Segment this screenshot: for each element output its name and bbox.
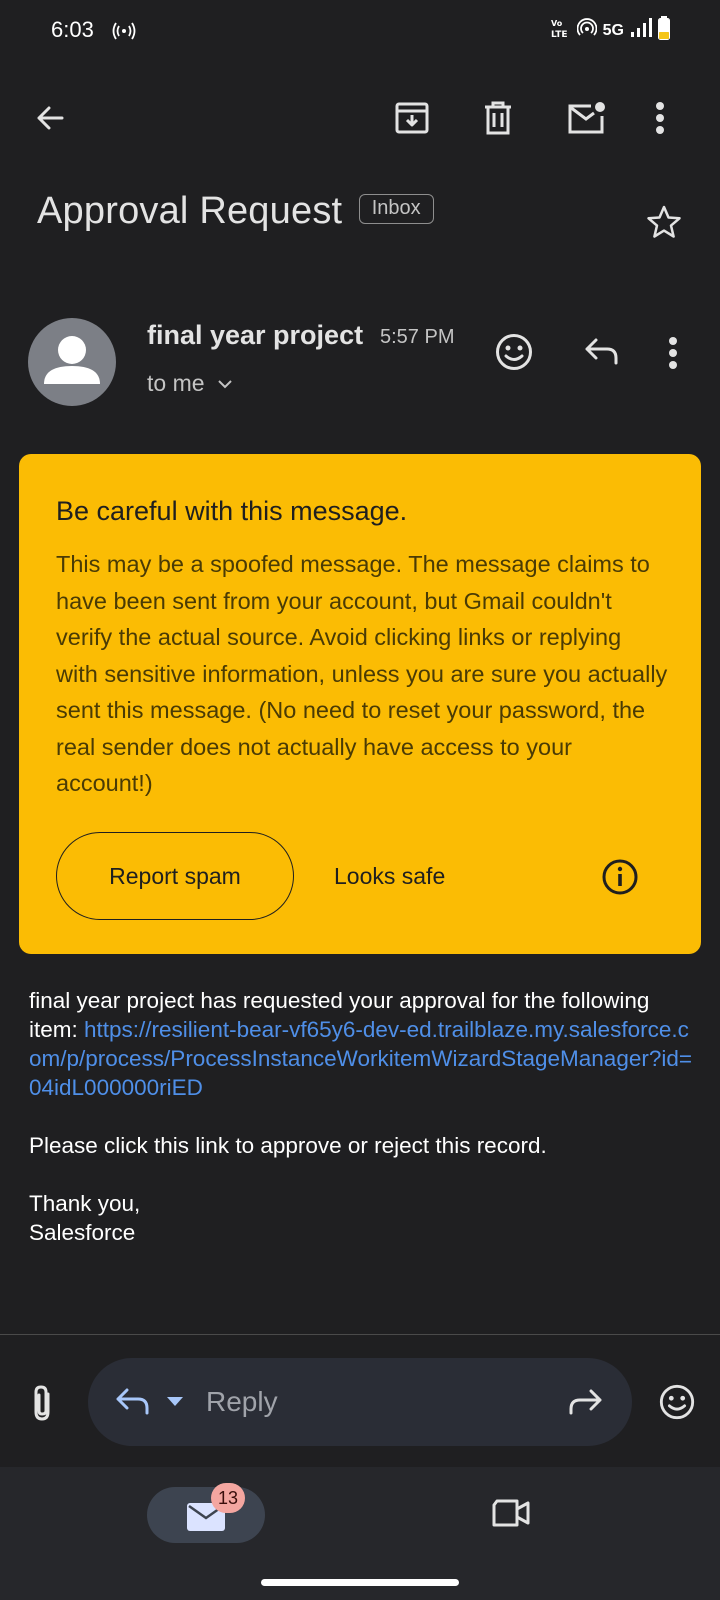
emoji-icon bbox=[496, 334, 532, 370]
star-icon bbox=[647, 205, 681, 238]
top-toolbar bbox=[0, 78, 720, 158]
inbox-label-chip[interactable]: Inbox bbox=[358, 193, 434, 224]
delete-button[interactable] bbox=[468, 78, 528, 158]
body-instruction: Please click this link to approve or rej… bbox=[29, 1133, 547, 1158]
star-button[interactable] bbox=[646, 204, 682, 245]
reply-button[interactable] bbox=[583, 336, 619, 371]
reply-icon bbox=[114, 1386, 150, 1421]
attach-button[interactable] bbox=[28, 1384, 56, 1429]
spoof-warning-card: Be careful with this message. This may b… bbox=[19, 454, 701, 954]
status-time: 6:03 bbox=[51, 17, 94, 42]
network-type: 5G bbox=[602, 21, 624, 39]
caret-down-icon bbox=[167, 1397, 183, 1406]
tab-meet[interactable] bbox=[491, 1498, 531, 1533]
reply-icon bbox=[585, 338, 618, 365]
forward-button[interactable] bbox=[568, 1388, 604, 1421]
recipient-toggle[interactable]: to me bbox=[147, 370, 233, 397]
reply-bar: Reply bbox=[0, 1358, 720, 1446]
delete-icon bbox=[485, 101, 511, 135]
body-signature: Salesforce bbox=[29, 1220, 136, 1245]
add-reaction-button[interactable] bbox=[494, 332, 534, 377]
email-body: final year project has requested your ap… bbox=[29, 986, 699, 1247]
email-subject: Approval Request bbox=[37, 190, 343, 232]
mark-unread-button[interactable] bbox=[557, 78, 617, 158]
signal-icon bbox=[630, 18, 652, 43]
unread-badge: 13 bbox=[211, 1483, 245, 1513]
sender-row: final year project 5:57 PM to me bbox=[28, 318, 700, 408]
emoji-icon bbox=[659, 1384, 695, 1420]
approval-link[interactable]: https://resilient-bear-vf65y6-dev-ed.tra… bbox=[29, 1017, 692, 1100]
back-button[interactable] bbox=[20, 78, 80, 158]
looks-safe-button[interactable]: Looks safe bbox=[334, 832, 445, 920]
report-spam-button[interactable]: Report spam bbox=[56, 832, 294, 920]
warning-title: Be careful with this message. bbox=[56, 496, 408, 526]
bottom-nav: 13 bbox=[0, 1467, 720, 1600]
tab-mail[interactable]: 13 bbox=[147, 1483, 265, 1543]
volte-icon: Vo LTE bbox=[551, 17, 571, 44]
person-icon bbox=[44, 336, 100, 384]
video-camera-icon bbox=[492, 1499, 530, 1527]
status-right: Vo LTE 5G bbox=[551, 16, 670, 45]
svg-text:LTE: LTE bbox=[551, 30, 568, 39]
home-gesture-handle[interactable] bbox=[261, 1579, 459, 1586]
warning-message: This may be a spoofed message. The messa… bbox=[56, 551, 668, 796]
message-more-button[interactable] bbox=[668, 336, 678, 375]
battery-icon bbox=[658, 16, 670, 45]
more-options-button[interactable] bbox=[630, 78, 690, 158]
avatar[interactable] bbox=[28, 318, 116, 406]
status-bar: 6:03 Vo LTE 5G bbox=[0, 0, 720, 62]
email-time: 5:57 PM bbox=[380, 326, 455, 348]
mark-unread-icon bbox=[568, 102, 605, 134]
recipient-text: to me bbox=[147, 370, 205, 396]
archive-icon bbox=[395, 102, 429, 134]
divider bbox=[0, 1334, 720, 1335]
sender-name[interactable]: final year project bbox=[147, 320, 363, 351]
archive-button[interactable] bbox=[382, 78, 442, 158]
back-arrow-icon bbox=[37, 106, 64, 130]
svg-text:Vo: Vo bbox=[551, 19, 563, 28]
info-icon bbox=[602, 859, 638, 895]
reply-type-dropdown[interactable] bbox=[166, 1395, 184, 1413]
hotspot-signal-icon bbox=[576, 18, 598, 43]
reply-compose-field[interactable]: Reply bbox=[88, 1358, 632, 1446]
body-closing: Thank you, bbox=[29, 1191, 141, 1216]
forward-icon bbox=[569, 1389, 602, 1415]
more-vert-icon bbox=[656, 102, 664, 134]
reply-placeholder: Reply bbox=[206, 1386, 278, 1417]
body-intro: final year project has requested your ap… bbox=[29, 986, 699, 1102]
subject-row: Approval Request Inbox bbox=[37, 190, 692, 250]
compose-emoji-button[interactable] bbox=[658, 1383, 696, 1426]
more-vert-icon bbox=[669, 337, 677, 369]
info-button[interactable] bbox=[601, 858, 639, 901]
chevron-down-icon bbox=[217, 379, 232, 388]
hotspot-icon bbox=[112, 20, 136, 45]
attachment-icon bbox=[34, 1385, 50, 1421]
